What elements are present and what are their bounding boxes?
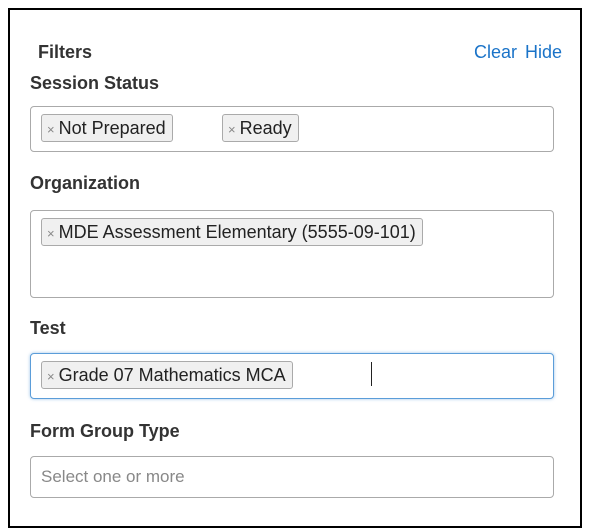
- close-icon[interactable]: ×: [47, 122, 55, 137]
- tag-label: Not Prepared: [58, 118, 166, 138]
- close-icon[interactable]: ×: [47, 226, 55, 241]
- text-caret: [371, 362, 372, 386]
- filters-header: Filters Clear Hide: [38, 42, 562, 66]
- filters-title: Filters: [38, 42, 93, 62]
- clear-link[interactable]: Clear: [474, 42, 517, 62]
- organization-select[interactable]: × MDE Assessment Elementary (5555-09-101): [30, 210, 554, 298]
- hide-link[interactable]: Hide: [525, 42, 562, 62]
- form-group-type-label: Form Group Type: [30, 421, 180, 441]
- session-status-tag: × Not Prepared: [41, 114, 173, 142]
- form-group-type-select[interactable]: Select one or more: [30, 456, 554, 498]
- tag-label: MDE Assessment Elementary (5555-09-101): [58, 222, 416, 242]
- filters-actions: Clear Hide: [474, 42, 562, 63]
- session-status-select[interactable]: × Not Prepared × Ready: [30, 106, 554, 152]
- close-icon[interactable]: ×: [228, 122, 236, 137]
- test-select[interactable]: × Grade 07 Mathematics MCA: [30, 353, 554, 399]
- organization-tag: × MDE Assessment Elementary (5555-09-101): [41, 218, 423, 246]
- organization-label: Organization: [30, 173, 141, 193]
- tag-label: Grade 07 Mathematics MCA: [58, 365, 286, 385]
- test-tag: × Grade 07 Mathematics MCA: [41, 361, 293, 389]
- session-status-tag: × Ready: [222, 114, 299, 142]
- session-status-label: Session Status: [30, 73, 160, 93]
- test-label: Test: [30, 318, 66, 338]
- close-icon[interactable]: ×: [47, 369, 55, 384]
- form-group-type-placeholder: Select one or more: [41, 467, 185, 486]
- tag-label: Ready: [239, 118, 292, 138]
